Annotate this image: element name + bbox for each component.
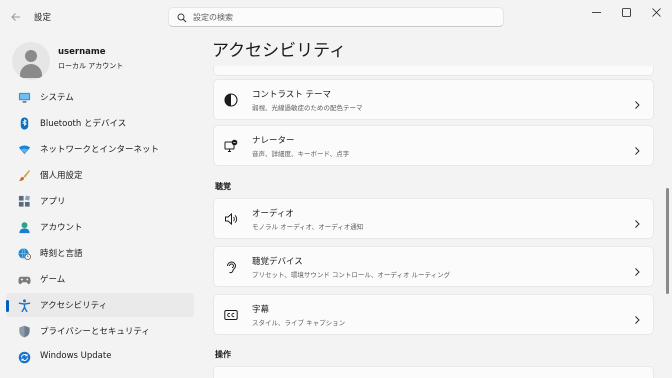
sidebar-item-label: ゲーム <box>40 275 66 285</box>
chevron-right-icon <box>633 95 641 109</box>
accessibility-icon <box>17 298 31 312</box>
card-title: ナレーター <box>252 136 295 146</box>
page-title: アクセシビリティ <box>212 41 347 61</box>
chevron-right-icon <box>633 310 641 324</box>
chevron-right-icon <box>633 262 641 276</box>
card-title: オーディオ <box>252 209 294 219</box>
chevron-right-icon <box>633 141 641 155</box>
minimize-icon <box>591 11 601 13</box>
card-partial-top <box>213 66 654 76</box>
sidebar-item-accessibility[interactable]: アクセシビリティ <box>6 293 194 317</box>
card-subtitle: スタイル、ライブ キャプション <box>252 319 346 327</box>
sidebar-item-label: アクセシビリティ <box>40 301 108 311</box>
speaker-icon <box>224 212 238 226</box>
contrast-icon <box>224 93 238 107</box>
sidebar-item-system[interactable]: システム <box>6 85 194 109</box>
sidebar-item-windows-update[interactable]: Windows Update <box>6 345 194 369</box>
card-title: 聴覚デバイス <box>252 257 303 267</box>
sidebar-item-label: Windows Update <box>40 351 112 361</box>
card-partial-bottom[interactable] <box>213 366 654 378</box>
section-title-hearing: 聴覚 <box>215 182 231 191</box>
sidebar-item-time-language[interactable]: 時刻と言語 <box>6 241 194 265</box>
sidebar-item-label: Bluetooth とデバイス <box>40 119 127 129</box>
profile-name: username <box>58 47 106 57</box>
narrator-icon <box>224 139 238 153</box>
shield-icon <box>17 324 31 338</box>
card-contrast-themes[interactable]: コントラスト テーマ 弱視、光線過敏症のための配色テーマ <box>213 79 654 120</box>
close-button[interactable] <box>642 4 670 20</box>
avatar <box>12 42 50 80</box>
title-bar: 設定 <box>0 0 672 34</box>
monitor-icon <box>17 90 31 104</box>
minimize-button[interactable] <box>582 4 610 20</box>
section-title-interaction: 操作 <box>215 350 231 359</box>
card-subtitle: モノラル オーディオ、オーディオ通知 <box>252 223 364 231</box>
sidebar-item-network[interactable]: ネットワークとインターネット <box>6 137 194 161</box>
sidebar-item-label: ネットワークとインターネット <box>40 145 160 155</box>
maximize-icon <box>621 7 631 17</box>
card-subtitle: 弱視、光線過敏症のための配色テーマ <box>252 104 363 112</box>
sidebar-item-bluetooth[interactable]: Bluetooth とデバイス <box>6 111 194 135</box>
active-indicator <box>6 300 9 312</box>
sidebar-item-label: アプリ <box>40 197 66 207</box>
apps-icon <box>17 194 31 208</box>
profile-card[interactable]: username ローカル アカウント <box>12 42 192 82</box>
cc-icon <box>224 308 238 322</box>
scrollbar-thumb[interactable] <box>666 188 669 294</box>
search-icon <box>177 13 187 23</box>
wifi-icon <box>17 142 31 156</box>
sidebar: username ローカル アカウント システム Bluetooth とデバイス… <box>0 34 200 378</box>
sidebar-item-label: プライバシーとセキュリティ <box>40 327 150 337</box>
globe-clock-icon <box>17 246 31 260</box>
gamepad-icon <box>17 272 31 286</box>
maximize-button[interactable] <box>612 4 640 20</box>
card-narrator[interactable]: ナレーター 音声、詳細度、キーボード、点字 <box>213 125 654 166</box>
sidebar-item-label: アカウント <box>40 223 83 233</box>
close-icon <box>651 7 661 17</box>
update-icon <box>17 350 31 364</box>
sidebar-item-personalization[interactable]: 個人用設定 <box>6 163 194 187</box>
sidebar-item-privacy[interactable]: プライバシーとセキュリティ <box>6 319 194 343</box>
card-subtitle: 音声、詳細度、キーボード、点字 <box>252 150 350 158</box>
app-title: 設定 <box>34 13 52 23</box>
sidebar-item-label: 個人用設定 <box>40 171 83 181</box>
arrow-left-icon <box>11 13 20 21</box>
card-audio[interactable]: オーディオ モノラル オーディオ、オーディオ通知 <box>213 198 654 239</box>
card-subtitle: プリセット、環境サウンド コントロール、オーディオ ルーティング <box>252 271 451 279</box>
bluetooth-icon <box>17 116 31 130</box>
sidebar-item-apps[interactable]: アプリ <box>6 189 194 213</box>
card-title: 字幕 <box>252 305 270 315</box>
search-box[interactable] <box>168 7 504 27</box>
chevron-right-icon <box>633 214 641 228</box>
profile-account-type: ローカル アカウント <box>58 62 124 70</box>
brush-icon <box>17 168 31 182</box>
card-hearing-devices[interactable]: 聴覚デバイス プリセット、環境サウンド コントロール、オーディオ ルーティング <box>213 246 654 287</box>
sidebar-item-accounts[interactable]: アカウント <box>6 215 194 239</box>
card-title: コントラスト テーマ <box>252 90 332 100</box>
account-icon <box>17 220 31 234</box>
sidebar-item-label: システム <box>40 93 74 103</box>
search-input[interactable] <box>193 10 493 24</box>
sidebar-item-gaming[interactable]: ゲーム <box>6 267 194 291</box>
ear-icon <box>224 260 238 274</box>
back-button[interactable] <box>8 9 24 25</box>
sidebar-item-label: 時刻と言語 <box>40 249 83 259</box>
card-captions[interactable]: 字幕 スタイル、ライブ キャプション <box>213 294 654 335</box>
